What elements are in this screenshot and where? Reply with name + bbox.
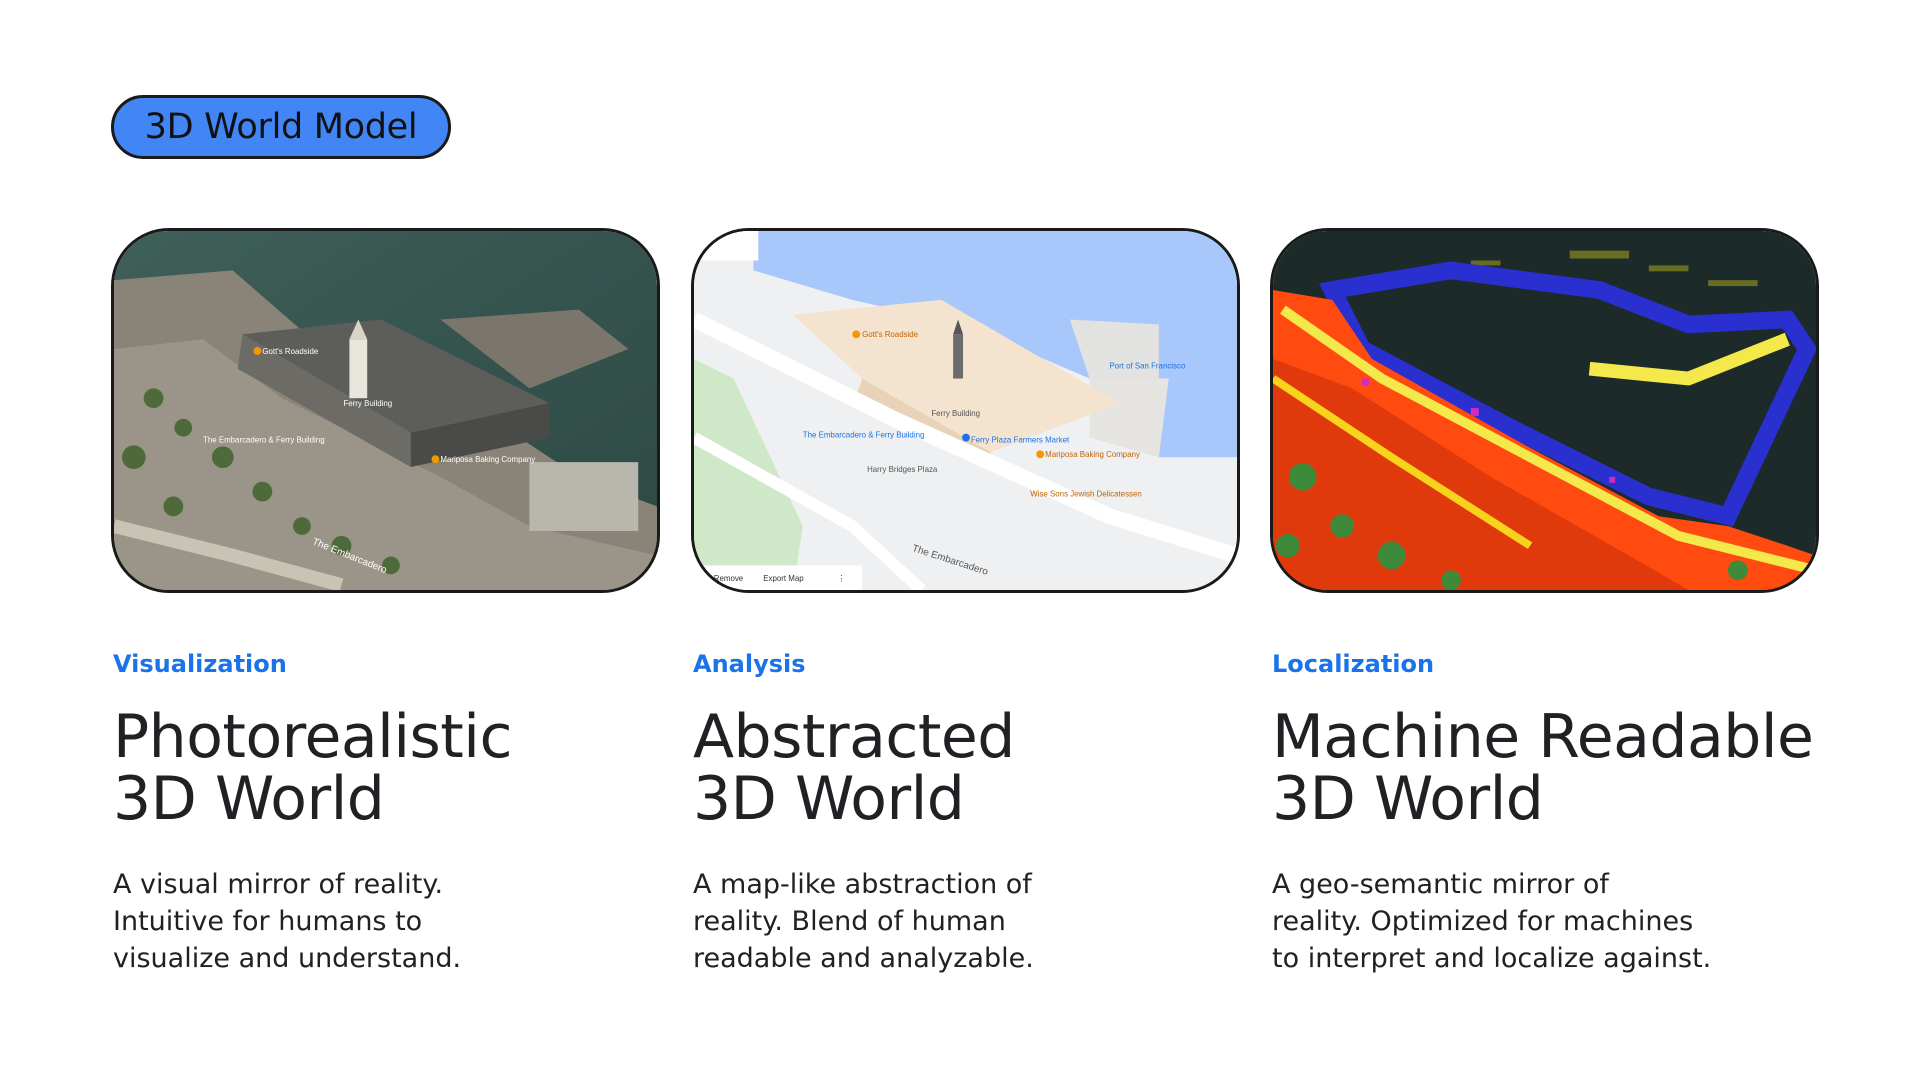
- map-label-poi: The Embarcadero & Ferry Building: [203, 435, 325, 444]
- map-label-building: Ferry Building: [343, 399, 392, 408]
- title-line: Machine Readable: [1272, 702, 1814, 772]
- more-options-button[interactable]: ⋮: [837, 574, 845, 583]
- desc-line: A visual mirror of reality.: [113, 869, 444, 900]
- desc-line: A geo-semantic mirror of: [1272, 869, 1609, 900]
- photorealistic-title: Photorealistic 3D World: [113, 706, 673, 830]
- map-label-poi: Mariposa Baking Company: [440, 455, 535, 464]
- map-label-poi: Ferry Plaza Farmers Market: [971, 435, 1070, 444]
- remove-button[interactable]: Remove: [714, 574, 744, 583]
- desc-line: Intuitive for humans to: [113, 906, 423, 937]
- photorealistic-image-card: Gott's Roadside Ferry Building Mariposa …: [111, 228, 660, 593]
- analysis-eyebrow: Analysis: [693, 650, 806, 678]
- abstracted-image-card: Gott's Roadside Mariposa Baking Company …: [691, 228, 1240, 593]
- title-line: Photorealistic: [113, 702, 512, 772]
- map-label-poi: Mariposa Baking Company: [1045, 450, 1140, 459]
- photorealistic-description: A visual mirror of reality. Intuitive fo…: [113, 866, 633, 977]
- map-label-poi: Wise Sons Jewish Delicatessen: [1030, 490, 1141, 499]
- map-label-poi: The Embarcadero & Ferry Building: [803, 431, 925, 440]
- export-map-button[interactable]: Export Map: [763, 574, 804, 583]
- abstract-map-image: Gott's Roadside Mariposa Baking Company …: [694, 231, 1237, 590]
- desc-line: to interpret and localize against.: [1272, 943, 1712, 974]
- machine-readable-title: Machine Readable 3D World: [1272, 706, 1832, 830]
- point-cloud-image: [1273, 231, 1816, 590]
- visualization-eyebrow: Visualization: [113, 650, 287, 678]
- title-line: 3D World: [1272, 764, 1544, 834]
- desc-line: readable and analyzable.: [693, 943, 1034, 974]
- desc-line: reality. Blend of human: [693, 906, 1006, 937]
- map-label-poi: Port of San Francisco: [1109, 362, 1186, 371]
- section-badge: 3D World Model: [111, 95, 451, 159]
- abstracted-description: A map-like abstraction of reality. Blend…: [693, 866, 1213, 977]
- title-line: Abstracted: [693, 702, 1015, 772]
- map-label-poi: Gott's Roadside: [262, 347, 319, 356]
- aerial-photo-image: Gott's Roadside Ferry Building Mariposa …: [114, 231, 657, 590]
- desc-line: reality. Optimized for machines: [1272, 906, 1694, 937]
- map-label-plaza: Harry Bridges Plaza: [867, 465, 938, 474]
- abstracted-title: Abstracted 3D World: [693, 706, 1253, 830]
- machine-readable-image-card: [1270, 228, 1819, 593]
- localization-eyebrow: Localization: [1272, 650, 1435, 678]
- title-line: 3D World: [693, 764, 965, 834]
- desc-line: visualize and understand.: [113, 943, 462, 974]
- map-label-poi: Gott's Roadside: [862, 330, 919, 339]
- machine-readable-description: A geo-semantic mirror of reality. Optimi…: [1272, 866, 1792, 977]
- desc-line: A map-like abstraction of: [693, 869, 1032, 900]
- title-line: 3D World: [113, 764, 385, 834]
- map-label-building: Ferry Building: [931, 409, 980, 418]
